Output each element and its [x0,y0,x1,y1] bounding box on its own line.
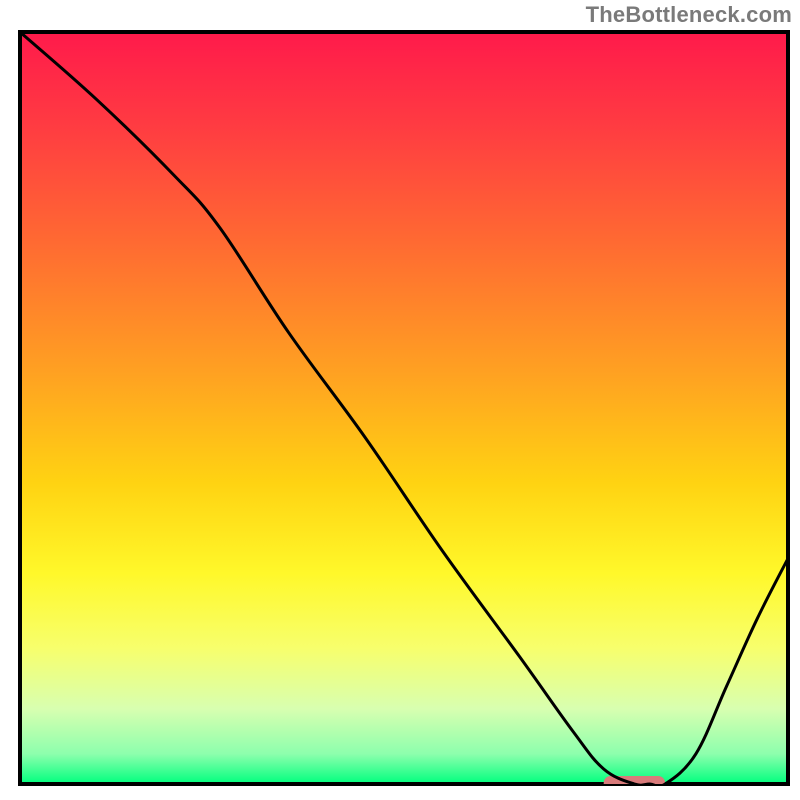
chart-svg [0,0,800,800]
watermark-text: TheBottleneck.com [586,2,792,28]
gradient-background [20,32,788,784]
chart-container: TheBottleneck.com [0,0,800,800]
